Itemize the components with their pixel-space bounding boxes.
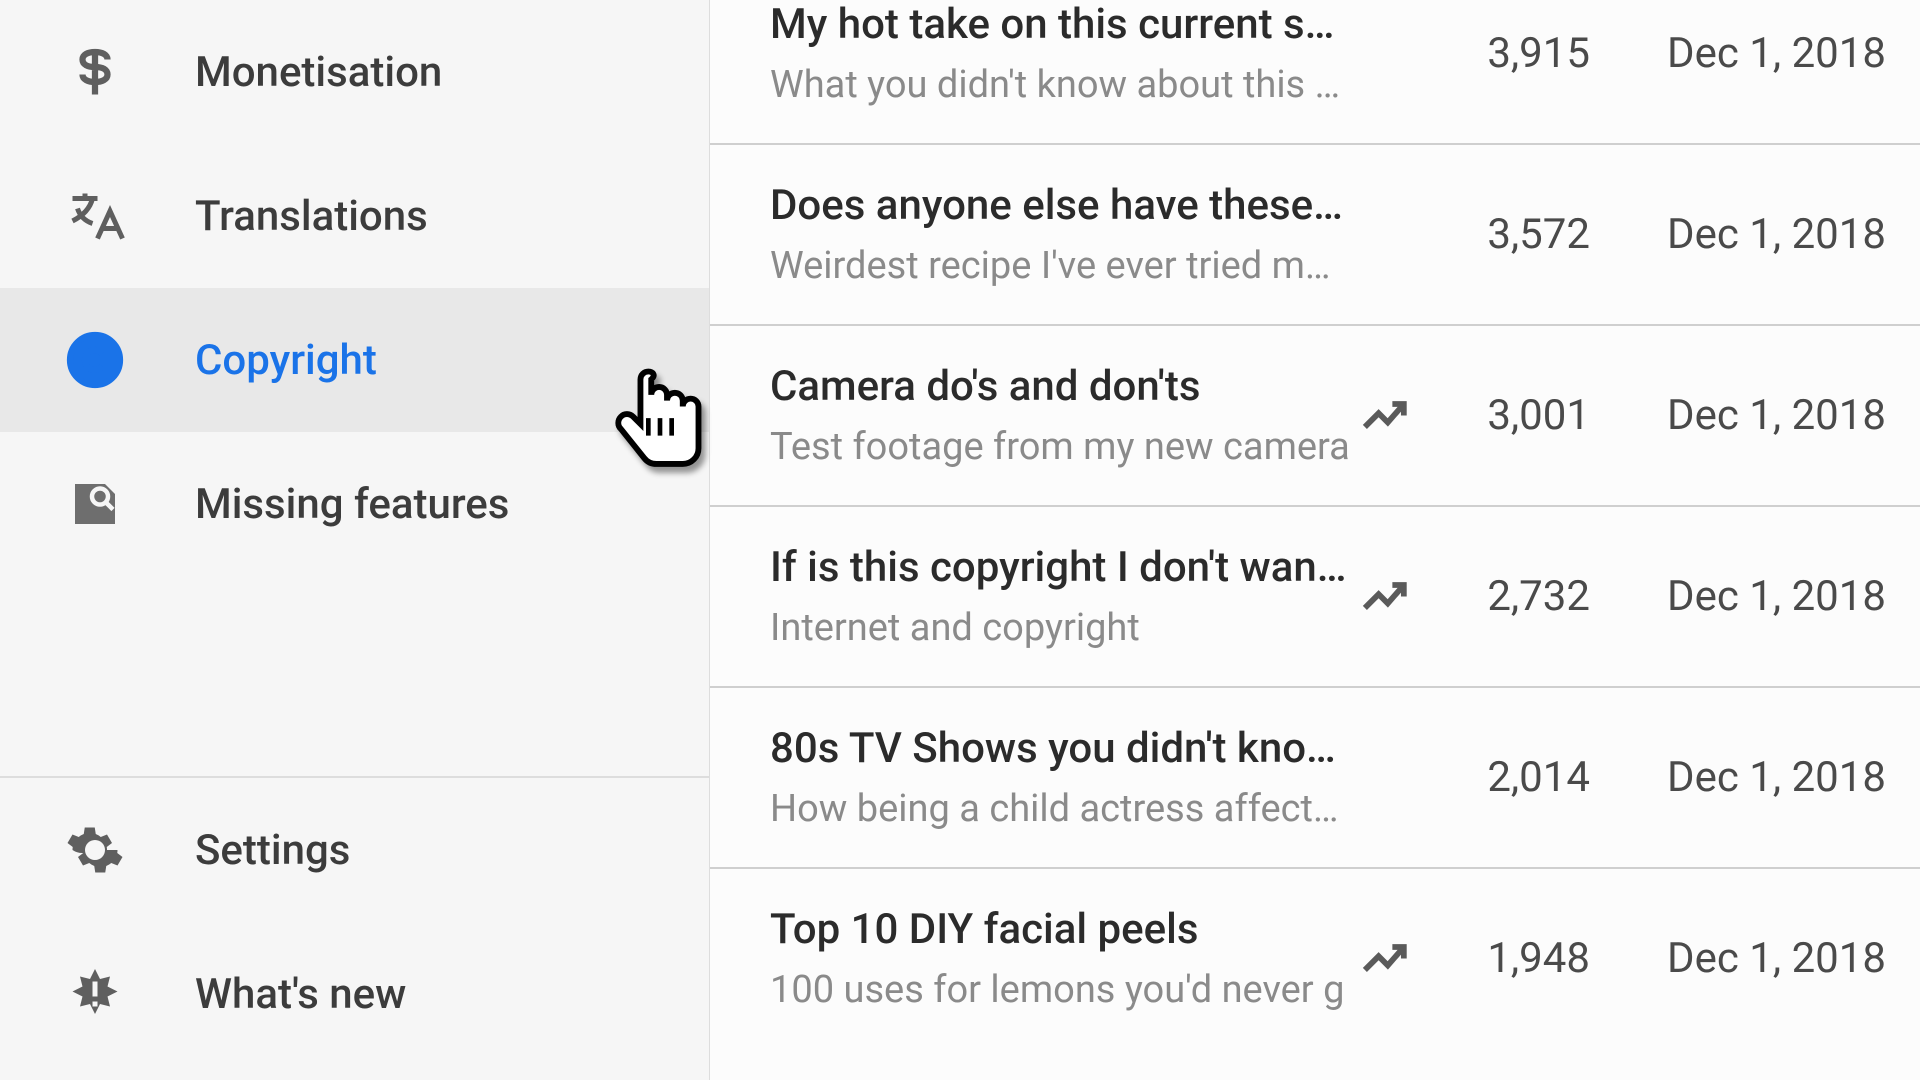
trending-up-icon (1350, 569, 1420, 624)
video-desc: How being a child actress affected. (770, 787, 1350, 831)
video-desc: What you didn't know about this co… (770, 63, 1350, 107)
table-row[interactable]: If is this copyright I don't want to .. … (710, 507, 1920, 688)
date-cell: Dec 1, 2018 (1590, 572, 1890, 621)
video-cell: My hot take on this current socia. What … (770, 0, 1350, 107)
table-row[interactable]: My hot take on this current socia. What … (710, 0, 1920, 145)
video-cell: Does anyone else have these wei… Weirdes… (770, 181, 1350, 288)
sidebar-spacer (0, 576, 709, 756)
video-desc: Test footage from my new camera (770, 425, 1350, 469)
sidebar-item-label: Monetisation (195, 48, 442, 97)
video-cell: Camera do's and don'ts Test footage from… (770, 362, 1350, 469)
search-doc-icon (60, 469, 130, 539)
sidebar-footer-group: Settings What's new Send feedback (0, 778, 709, 1080)
sidebar-nav-group: Monetisation Translations Copyright Miss… (0, 0, 709, 576)
table-row[interactable]: 80s TV Shows you didn't know w… How bein… (710, 688, 1920, 869)
gear-icon (60, 815, 130, 885)
views-cell: 1,948 (1420, 934, 1590, 983)
views-cell: 3,001 (1420, 391, 1590, 440)
video-title: Does anyone else have these wei… (770, 181, 1350, 230)
video-title: If is this copyright I don't want to .. (770, 543, 1350, 592)
sidebar-item-label: Settings (195, 826, 350, 875)
views-cell: 3,572 (1420, 210, 1590, 259)
sidebar-item-copyright[interactable]: Copyright (0, 288, 709, 432)
sidebar: Monetisation Translations Copyright Miss… (0, 0, 710, 1080)
video-desc: Weirdest recipe I've ever tried maki… (770, 244, 1350, 288)
video-list: My hot take on this current socia. What … (710, 0, 1920, 1080)
video-cell: If is this copyright I don't want to .. … (770, 543, 1350, 650)
trending-up-icon (1350, 931, 1420, 986)
video-desc: Internet and copyright (770, 606, 1350, 650)
views-cell: 2,014 (1420, 753, 1590, 802)
sidebar-item-label: Translations (195, 192, 428, 241)
table-row[interactable]: Does anyone else have these wei… Weirdes… (710, 145, 1920, 326)
sidebar-item-settings[interactable]: Settings (0, 778, 709, 922)
table-row[interactable]: Camera do's and don'ts Test footage from… (710, 326, 1920, 507)
date-cell: Dec 1, 2018 (1590, 29, 1890, 78)
video-title: 80s TV Shows you didn't know w… (770, 724, 1350, 773)
video-cell: 80s TV Shows you didn't know w… How bein… (770, 724, 1350, 831)
views-cell: 2,732 (1420, 572, 1590, 621)
sidebar-item-send-feedback[interactable]: Send feedback (0, 1066, 709, 1080)
date-cell: Dec 1, 2018 (1590, 391, 1890, 440)
video-title: Top 10 DIY facial peels (770, 905, 1350, 954)
views-cell: 3,915 (1420, 29, 1590, 78)
sidebar-item-missing-features[interactable]: Missing features (0, 432, 709, 576)
copyright-icon (60, 325, 130, 395)
sidebar-item-monetisation[interactable]: Monetisation (0, 0, 709, 144)
table-row[interactable]: Top 10 DIY facial peels 100 uses for lem… (710, 869, 1920, 1048)
sidebar-item-label: Copyright (195, 336, 377, 385)
date-cell: Dec 1, 2018 (1590, 210, 1890, 259)
video-title: My hot take on this current socia. (770, 0, 1350, 49)
burst-icon (60, 959, 130, 1029)
sidebar-item-translations[interactable]: Translations (0, 144, 709, 288)
date-cell: Dec 1, 2018 (1590, 934, 1890, 983)
video-cell: Top 10 DIY facial peels 100 uses for lem… (770, 905, 1350, 1012)
sidebar-item-label: Missing features (195, 480, 509, 529)
translate-icon (60, 181, 130, 251)
date-cell: Dec 1, 2018 (1590, 753, 1890, 802)
sidebar-item-whats-new[interactable]: What's new (0, 922, 709, 1066)
dollar-icon (60, 37, 130, 107)
sidebar-item-label: What's new (195, 970, 406, 1019)
video-title: Camera do's and don'ts (770, 362, 1350, 411)
trending-up-icon (1350, 388, 1420, 443)
video-desc: 100 uses for lemons you'd never g (770, 968, 1350, 1012)
